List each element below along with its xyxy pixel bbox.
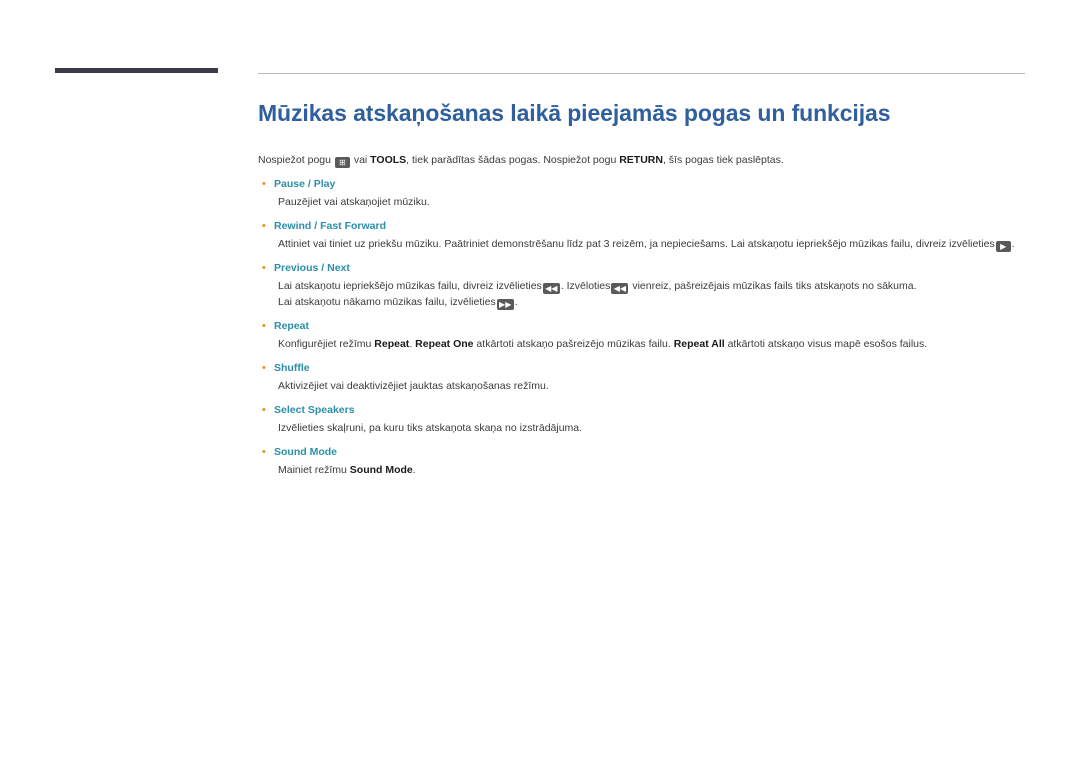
body-text: Lai atskaņotu iepriekšējo mūzikas failu,… — [278, 280, 542, 292]
list-item: • Sound Mode Mainiet režīmu Sound Mode. — [258, 445, 1028, 478]
intro-bold-tools: TOOLS — [370, 154, 407, 166]
list-item: • Shuffle Aktivizējiet vai deaktivizējie… — [258, 361, 1028, 394]
bullet-icon: • — [262, 262, 266, 274]
list-item-header: • Shuffle — [258, 361, 1028, 375]
body-line: Lai atskaņotu nākamo mūzikas failu, izvē… — [278, 294, 1028, 310]
list-item-title: Sound Mode — [274, 446, 337, 458]
list-item-body: Aktivizējiet vai deaktivizējiet jauktas … — [258, 378, 1028, 394]
bullet-icon: • — [262, 362, 266, 374]
page-title: Mūzikas atskaņošanas laikā pieejamās pog… — [258, 100, 891, 126]
body-tail: . — [412, 464, 416, 476]
body-bold-sound-mode: Sound Mode — [349, 464, 413, 476]
list-item-title: Pause / Play — [274, 178, 336, 190]
body-bold-repeat-all: Repeat All — [673, 338, 725, 350]
intro-text-mid-1: vai — [353, 154, 368, 166]
corner-decorative-rule — [55, 68, 218, 73]
header-divider — [258, 73, 1025, 74]
body-tail: . — [1011, 238, 1015, 250]
body-line: Pauzējiet vai atskaņojiet mūziku. — [278, 196, 430, 208]
intro-text-mid-2: , tiek parādītas šādas pogas. Nospiežot … — [406, 154, 617, 166]
list-item-title: Rewind / Fast Forward — [274, 220, 387, 232]
list-item-body: Pauzējiet vai atskaņojiet mūziku. — [258, 194, 1028, 210]
list-item-header: • Select Speakers — [258, 403, 1028, 417]
body-tail: vienreiz, pašreizējais mūzikas fails tik… — [629, 280, 917, 292]
bullet-icon: • — [262, 446, 266, 458]
bullet-icon: • — [262, 320, 266, 332]
previous-key-icon: ◀◀ — [542, 283, 560, 294]
list-item-title: Shuffle — [274, 362, 310, 374]
list-item: • Previous / Next Lai atskaņotu iepriekš… — [258, 261, 1028, 310]
body-line: Mainiet režīmu Sound Mode. — [278, 462, 1028, 478]
list-item-title: Repeat — [274, 320, 310, 332]
intro-paragraph: Nospiežot pogu ⊞ vai TOOLS, tiek parādīt… — [258, 152, 1028, 168]
list-item-header: • Rewind / Fast Forward — [258, 219, 1028, 233]
body-text: Attiniet vai tiniet uz priekšu mūziku. P… — [278, 238, 995, 250]
play-key-icon: ▶ — [995, 241, 1011, 252]
body-line: Attiniet vai tiniet uz priekšu mūziku. P… — [278, 236, 1028, 252]
list-item: • Pause / Play Pauzējiet vai atskaņojiet… — [258, 177, 1028, 210]
list-item: • Repeat Konfigurējiet režīmu Repeat. Re… — [258, 319, 1028, 352]
body-text: Lai atskaņotu nākamo mūzikas failu, izvē… — [278, 296, 496, 308]
body-text: Konfigurējiet režīmu — [278, 338, 375, 350]
list-item-header: • Repeat — [258, 319, 1028, 333]
list-item: • Select Speakers Izvēlieties skaļruni, … — [258, 403, 1028, 436]
bullet-icon: • — [262, 404, 266, 416]
bullet-icon: • — [262, 178, 266, 190]
intro-text-before: Nospiežot pogu — [258, 154, 331, 166]
body-tail: atkārtoti atskaņo visus mapē esošos fail… — [724, 338, 928, 350]
body-line: Izvēlieties skaļruni, pa kuru tiks atska… — [278, 422, 583, 434]
intro-bold-return: RETURN — [619, 154, 663, 166]
body-bold-repeat: Repeat — [374, 338, 410, 350]
list-item-body: Konfigurējiet režīmu Repeat. Repeat One … — [258, 336, 1028, 352]
list-item-title: Select Speakers — [274, 404, 355, 416]
list-item-body: Lai atskaņotu iepriekšējo mūzikas failu,… — [258, 278, 1028, 310]
bullet-icon: • — [262, 220, 266, 232]
list-item-header: • Previous / Next — [258, 261, 1028, 275]
list-item-header: • Pause / Play — [258, 177, 1028, 191]
tools-key-icon: ⊞ — [334, 157, 350, 168]
content-column: Nospiežot pogu ⊞ vai TOOLS, tiek parādīt… — [258, 152, 1028, 480]
list-item-header: • Sound Mode — [258, 445, 1028, 459]
next-key-icon: ▶▶ — [496, 299, 514, 310]
list-item: • Rewind / Fast Forward Attiniet vai tin… — [258, 219, 1028, 252]
body-line: Lai atskaņotu iepriekšējo mūzikas failu,… — [278, 278, 1028, 294]
list-item-body: Izvēlieties skaļruni, pa kuru tiks atska… — [258, 420, 1028, 436]
list-item-body: Mainiet režīmu Sound Mode. — [258, 462, 1028, 478]
intro-text-after: , šīs pogas tiek paslēptas. — [662, 154, 784, 166]
previous-key-icon-2: ◀◀ — [611, 283, 629, 294]
document-page: Mūzikas atskaņošanas laikā pieejamās pog… — [0, 0, 1080, 763]
body-text: Mainiet režīmu — [278, 464, 350, 476]
body-mid: . Izvēloties — [560, 280, 611, 292]
body-bold-repeat-one: Repeat One — [415, 338, 474, 350]
list-item-title: Previous / Next — [274, 262, 350, 274]
body-mid-2: atkārtoti atskaņo pašreizējo mūzikas fai… — [473, 338, 674, 350]
body-line: Aktivizējiet vai deaktivizējiet jauktas … — [278, 380, 549, 392]
body-tail: . — [514, 296, 518, 308]
body-line: Konfigurējiet režīmu Repeat. Repeat One … — [278, 336, 1028, 352]
list-item-body: Attiniet vai tiniet uz priekšu mūziku. P… — [258, 236, 1028, 252]
